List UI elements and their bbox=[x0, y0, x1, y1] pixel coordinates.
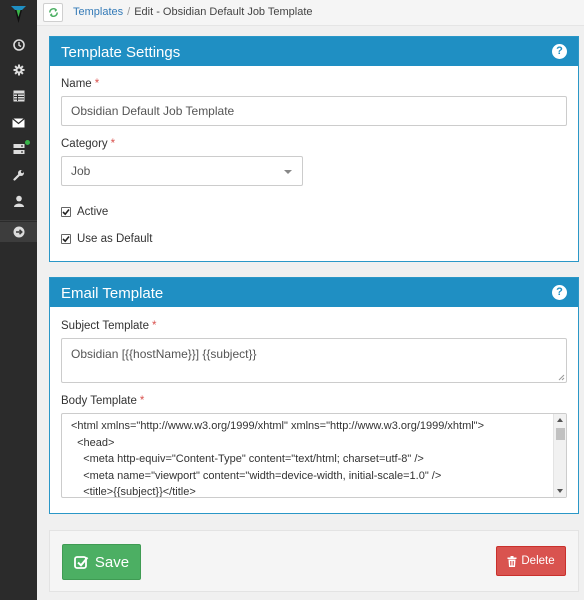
use-as-default-label: Use as Default bbox=[77, 233, 153, 245]
default-checkbox-row[interactable]: Use as Default bbox=[61, 233, 152, 245]
sidebar-item-tools[interactable] bbox=[0, 164, 37, 186]
table-icon bbox=[13, 90, 24, 102]
breadcrumb-templates-link[interactable]: Templates bbox=[73, 6, 123, 18]
clock-icon bbox=[12, 39, 25, 51]
sidebar-item-users[interactable] bbox=[0, 190, 37, 212]
sidebar-item-jobs[interactable] bbox=[0, 85, 37, 107]
subject-label-text: Subject Template bbox=[61, 320, 150, 332]
refresh-button[interactable] bbox=[43, 3, 63, 22]
code-line: <title>{{subject}}</title> bbox=[71, 486, 196, 498]
sidebar-item-schedule[interactable] bbox=[0, 34, 37, 56]
category-select[interactable]: Job bbox=[61, 156, 303, 186]
active-label: Active bbox=[77, 206, 109, 218]
code-line: <meta name="viewport" content="width=dev… bbox=[71, 469, 442, 482]
scroll-down-icon[interactable] bbox=[557, 489, 563, 493]
scrollbar-thumb[interactable] bbox=[556, 428, 565, 440]
code-line: <meta http-equiv="Content-Type" content=… bbox=[71, 453, 424, 465]
template-settings-heading: Template Settings ? bbox=[50, 37, 578, 66]
sidebar-item-templates[interactable] bbox=[0, 112, 37, 134]
arrow-circle-icon bbox=[13, 226, 24, 238]
subject-template-label: Subject Template * bbox=[61, 320, 157, 332]
save-button[interactable]: Save bbox=[62, 544, 141, 580]
email-template-heading: Email Template ? bbox=[50, 278, 578, 307]
required-mark: * bbox=[152, 320, 157, 332]
delete-label: Delete bbox=[521, 555, 555, 567]
active-checkbox-row[interactable]: Active bbox=[61, 206, 108, 218]
sidebar-item-settings[interactable] bbox=[0, 59, 37, 81]
name-label-text: Name bbox=[61, 78, 92, 90]
delete-button[interactable]: Delete bbox=[496, 546, 566, 576]
breadcrumb-current: Edit - Obsidian Default Job Template bbox=[134, 6, 313, 18]
scroll-up-icon[interactable] bbox=[557, 418, 563, 422]
code-line: <html xmlns="http://www.w3.org/1999/xhtm… bbox=[71, 420, 485, 432]
body-template-label: Body Template * bbox=[61, 395, 144, 407]
main-content: Template Settings ? Name * Obsidian Defau… bbox=[37, 26, 584, 600]
name-input[interactable]: Obsidian Default Job Template bbox=[61, 96, 567, 126]
required-mark: * bbox=[139, 395, 145, 407]
code-line: <head> bbox=[71, 436, 115, 449]
check-square-icon bbox=[73, 555, 89, 569]
vertical-scrollbar[interactable] bbox=[553, 414, 566, 497]
use-as-default-checkbox[interactable] bbox=[61, 234, 71, 244]
breadcrumb-separator: / bbox=[127, 6, 131, 18]
server-icon bbox=[13, 144, 24, 154]
help-icon[interactable]: ? bbox=[552, 285, 567, 300]
envelope-icon bbox=[12, 118, 25, 128]
brand-logo-icon[interactable] bbox=[10, 4, 27, 24]
required-mark: * bbox=[94, 78, 100, 90]
top-bar: Templates / Edit - Obsidian Default Job Te… bbox=[37, 0, 584, 26]
name-input-value: Obsidian Default Job Template bbox=[71, 104, 235, 118]
body-label-text: Body Template bbox=[61, 395, 137, 407]
gear-icon bbox=[13, 64, 24, 76]
checkmark-icon bbox=[62, 235, 70, 243]
breadcrumb: Templates / Edit - Obsidian Default Job Te… bbox=[73, 6, 313, 18]
template-settings-panel: Template Settings ? Name * Obsidian Defau… bbox=[49, 36, 579, 262]
refresh-icon bbox=[48, 8, 58, 17]
notification-badge bbox=[24, 139, 31, 146]
sidebar bbox=[0, 0, 37, 600]
name-label: Name * bbox=[61, 78, 99, 90]
save-label: Save bbox=[94, 553, 130, 571]
panel-title: Email Template bbox=[61, 285, 164, 302]
checkmark-icon bbox=[62, 208, 70, 216]
active-checkbox[interactable] bbox=[61, 207, 71, 217]
user-icon bbox=[13, 195, 24, 207]
wrench-icon bbox=[12, 170, 24, 181]
subject-template-value: Obsidian [{{hostName}}] {{subject}} bbox=[71, 347, 257, 361]
resize-grip-icon[interactable] bbox=[558, 374, 565, 381]
sidebar-item-hosts[interactable] bbox=[0, 138, 37, 160]
trash-icon bbox=[507, 555, 517, 567]
subject-template-input[interactable]: Obsidian [{{hostName}}] {{subject}} bbox=[61, 338, 567, 383]
email-template-panel: Email Template ? Subject Template * Obsid… bbox=[49, 277, 579, 514]
help-icon[interactable]: ? bbox=[552, 44, 567, 59]
chevron-down-icon bbox=[284, 170, 292, 174]
required-mark: * bbox=[110, 138, 116, 150]
sidebar-item-logout-icon[interactable] bbox=[0, 221, 37, 243]
category-select-value: Job bbox=[71, 164, 91, 178]
category-label-text: Category bbox=[61, 138, 108, 150]
panel-title: Template Settings bbox=[61, 44, 181, 61]
category-label: Category * bbox=[61, 138, 115, 150]
form-actions: Save Delete bbox=[49, 530, 579, 592]
body-template-editor[interactable]: <html xmlns="http://www.w3.org/1999/xhtm… bbox=[61, 413, 567, 498]
